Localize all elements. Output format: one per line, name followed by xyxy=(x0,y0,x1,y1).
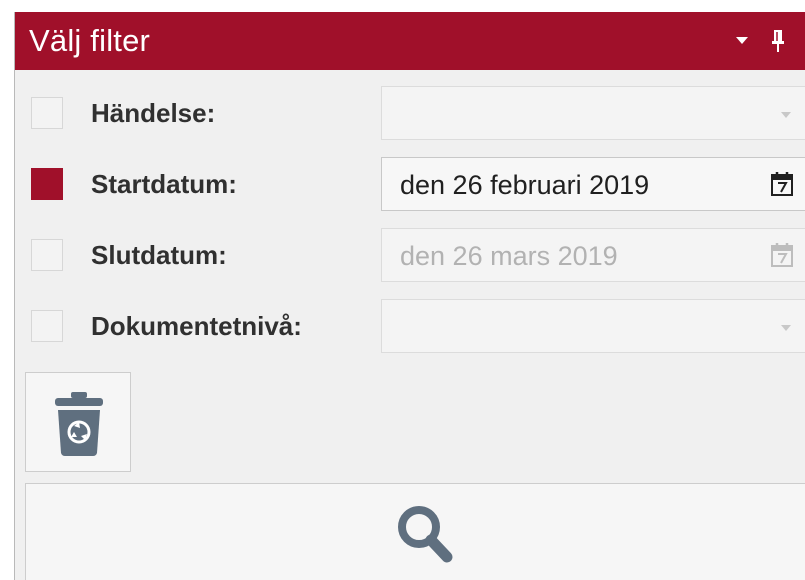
startdatum-checkbox[interactable] xyxy=(31,168,63,200)
dropdown-menu-icon[interactable] xyxy=(735,36,749,46)
calendar-icon[interactable] xyxy=(770,171,794,197)
search-button[interactable] xyxy=(25,483,805,580)
chevron-down-icon[interactable] xyxy=(780,111,792,119)
slutdatum-value: den 26 mars 2019 xyxy=(400,241,618,271)
startdatum-date-picker[interactable]: den 26 februari 2019 xyxy=(381,157,805,211)
handelse-dropdown[interactable] xyxy=(381,86,805,140)
startdatum-label: Startdatum: xyxy=(91,169,237,199)
search-icon xyxy=(398,506,453,563)
dokumentetniva-checkbox[interactable] xyxy=(31,310,63,342)
calendar-icon[interactable] xyxy=(770,242,794,268)
dokumentetniva-dropdown[interactable] xyxy=(381,299,805,353)
filter-panel-header: Välj filter xyxy=(15,12,805,70)
startdatum-value: den 26 februari 2019 xyxy=(400,170,650,200)
filter-row-dokumentetniva: Dokumentetnivå: xyxy=(15,299,805,353)
filter-row-handelse: Händelse: xyxy=(15,86,805,140)
slutdatum-date-picker[interactable]: den 26 mars 2019 xyxy=(381,228,805,282)
filter-row-startdatum: Startdatum: den 26 februari 2019 xyxy=(15,157,805,211)
dokumentetniva-label: Dokumentetnivå: xyxy=(91,311,302,341)
handelse-checkbox[interactable] xyxy=(31,97,63,129)
clear-filters-button[interactable] xyxy=(25,372,131,472)
filter-panel: Välj filter Händelse: Startdatum: den 26… xyxy=(14,12,805,580)
panel-title: Välj filter xyxy=(29,23,151,58)
pin-icon[interactable] xyxy=(770,28,786,54)
slutdatum-checkbox[interactable] xyxy=(31,239,63,271)
filter-row-slutdatum: Slutdatum: den 26 mars 2019 xyxy=(15,228,805,282)
handelse-label: Händelse: xyxy=(91,98,216,128)
slutdatum-label: Slutdatum: xyxy=(91,240,227,270)
chevron-down-icon[interactable] xyxy=(780,324,792,332)
recycle-trash-icon xyxy=(55,392,103,456)
